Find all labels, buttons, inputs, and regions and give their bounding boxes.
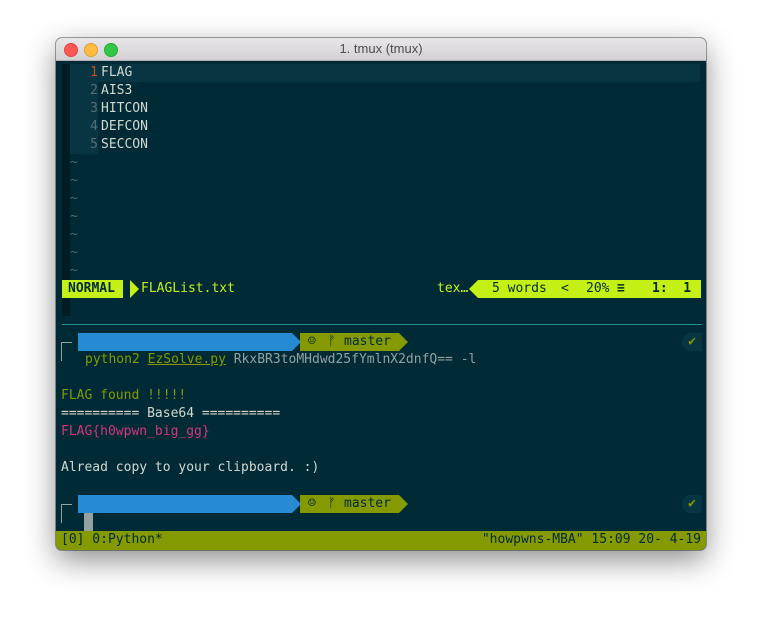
tmux-status-bar: [0] 0:Python* "howpwns-MBA" 15:09 20- 4-… (56, 531, 706, 550)
filetype: tex… (437, 281, 469, 296)
word-count: 5 words (492, 281, 547, 296)
line-number: 3 (70, 100, 98, 118)
status-check-icon: ✔ (682, 495, 702, 513)
git-branch: master (344, 334, 391, 349)
separator-icon: < (561, 281, 569, 296)
branch-icon: ᚠ (328, 496, 336, 511)
powerline-arrow (130, 280, 139, 298)
empty-line-marker: ~ (70, 191, 78, 206)
prompt-directory: ~/Desktop/EzCryptSolver (78, 333, 338, 367)
tmux-host-clock: "howpwns-MBA" 15:09 20- 4-19 (481, 532, 701, 547)
vim-statusline: NORMAL FLAGList.txt tex… 5 words < 20% ≡… (62, 280, 701, 298)
powerline-arrow (399, 333, 408, 351)
editor-line[interactable]: AIS3 (101, 82, 132, 100)
command-script: EzSolve.py (147, 352, 226, 367)
git-branch: master (344, 496, 391, 511)
branch-icon: ᚠ (328, 334, 336, 349)
line-number: 4 (70, 118, 98, 136)
output-copied: Alread copy to your clipboard. :) (61, 460, 320, 475)
folder-icon (144, 517, 156, 525)
prompt-git: ☺ ᚠ master (300, 333, 399, 351)
empty-line-marker: ~ (70, 155, 78, 170)
status-check-icon: ✔ (682, 333, 702, 351)
command-program: python2 (85, 352, 140, 367)
output-found: FLAG found !!!!! (61, 388, 187, 403)
command-args: RkxBR3toMHdwd25fYmlnX2dnfQ== -l (233, 352, 477, 367)
sign-column (62, 64, 70, 316)
command-line: python2 EzSolve.py RkxBR3toMHdwd25fYmlnX… (85, 351, 476, 369)
editor-line[interactable]: FLAG (101, 64, 132, 82)
title-bar[interactable]: 1. tmux (tmux) (56, 38, 706, 61)
line-number: 1 (70, 64, 98, 82)
octocat-icon: ☺ (308, 496, 316, 511)
tmux-window-list[interactable]: [0] 0:Python* (61, 531, 163, 549)
empty-line-marker: ~ (70, 173, 78, 188)
scroll-percent: 20% (586, 281, 610, 296)
cursor-position: 1: 1 (652, 281, 692, 296)
window-title: 1. tmux (tmux) (339, 41, 423, 56)
empty-line-marker: ~ (70, 209, 78, 224)
prompt-git: ☺ ᚠ master (300, 495, 399, 513)
prompt-directory: ~/Desktop/EzCryptSolver (78, 495, 338, 529)
empty-line-marker: ~ (70, 245, 78, 260)
terminal-window: 1. tmux (tmux) 1 FLAG 2 AIS3 3 HITCON 4 … (56, 38, 706, 550)
prompt: ~/Desktop/EzCryptSolver ☺ ᚠ master ✔ (56, 333, 706, 367)
editor-line[interactable]: SECCON (101, 136, 148, 154)
filename: FLAGList.txt (141, 281, 235, 296)
mode-indicator: NORMAL (62, 280, 123, 298)
powerline-arrow (399, 495, 408, 513)
editor-line[interactable]: DEFCON (101, 118, 148, 136)
editor-line[interactable]: HITCON (101, 100, 148, 118)
line-icon: ≡ (617, 281, 625, 296)
output-header: ========== Base64 ========== (61, 406, 281, 421)
empty-line-marker: ~ (70, 227, 78, 242)
octocat-icon: ☺ (308, 334, 316, 349)
empty-line-marker: ~ (70, 263, 78, 278)
output-flag: FLAG{h0wpwn_big_gg} (61, 424, 210, 439)
line-number: 5 (70, 136, 98, 154)
powerline-arrow (469, 280, 478, 298)
prompt: ~/Desktop/EzCryptSolver ☺ ᚠ master ✔ (56, 495, 706, 529)
terminal-cursor[interactable] (84, 513, 93, 531)
shell-pane[interactable]: ~/Desktop/EzCryptSolver ☺ ᚠ master ✔ pyt… (56, 325, 706, 531)
line-number: 2 (70, 82, 98, 100)
cursor-line (98, 64, 700, 82)
vim-pane[interactable]: 1 FLAG 2 AIS3 3 HITCON 4 DEFCON 5 SECCON… (56, 61, 706, 316)
